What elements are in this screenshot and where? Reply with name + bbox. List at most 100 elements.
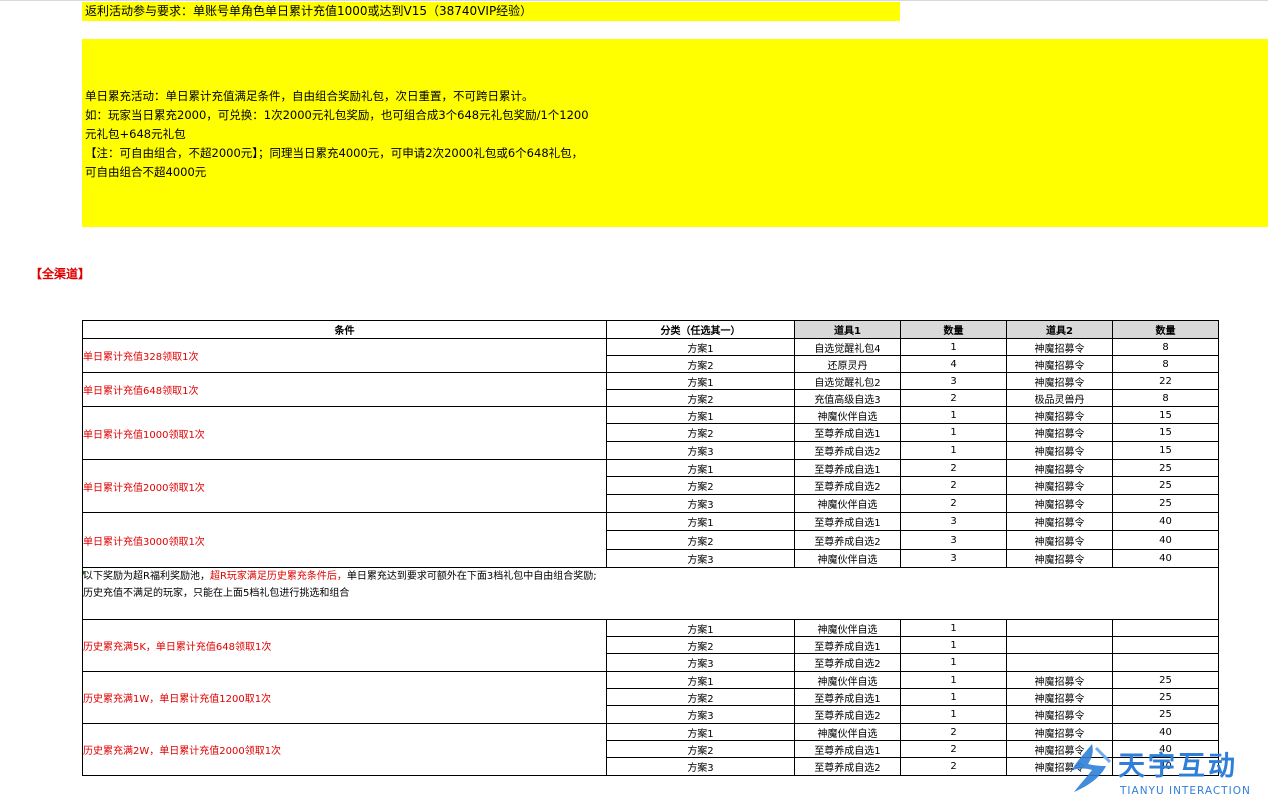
condition-cell: 历史累充满5K，单日累计充值648领取1次 bbox=[82, 619, 607, 672]
condition-cell: 单日累计充值3000领取1次 bbox=[82, 512, 607, 568]
item2-cell: 神魔招募令 bbox=[1006, 512, 1113, 531]
note-row: 以下奖励为超R福利奖励池，超R玩家满足历史累充条件后，单日累充达到要求可额外在下… bbox=[82, 567, 1219, 620]
plan-cell: 方案3 bbox=[606, 549, 795, 568]
item2-cell: 神魔招募令 bbox=[1006, 406, 1113, 424]
plan-cell: 方案2 bbox=[606, 476, 795, 495]
cell-comment-marker bbox=[83, 571, 87, 575]
qty1-cell: 1 bbox=[900, 653, 1007, 672]
note-text: 以下奖励为超R福利奖励池， bbox=[83, 571, 210, 582]
qty1-cell: 4 bbox=[900, 355, 1007, 373]
condition-cell: 单日累计充值328领取1次 bbox=[82, 338, 607, 373]
watermark-name-en: TIANYU INTERACTION bbox=[1120, 785, 1251, 797]
qty1-cell: 1 bbox=[900, 423, 1007, 442]
item1-cell: 神魔伙伴自选 bbox=[794, 671, 901, 689]
item1-cell: 还原灵丹 bbox=[794, 355, 901, 373]
item2-cell: 神魔招募令 bbox=[1006, 688, 1113, 706]
qty2-cell: 8 bbox=[1112, 389, 1219, 407]
plan-cell: 方案2 bbox=[606, 355, 795, 373]
table-row: 单日累计充值648领取1次 方案1 自选觉醒礼包2 3 神魔招募令 22 bbox=[82, 372, 1219, 407]
item2-cell: 神魔招募令 bbox=[1006, 705, 1113, 724]
qty2-cell: 25 bbox=[1112, 476, 1219, 495]
qty1-cell: 2 bbox=[900, 723, 1007, 741]
table-row: 历史累充满5K，单日累计充值648领取1次 方案1 神魔伙伴自选 1 bbox=[82, 619, 1219, 672]
plan-cell: 方案3 bbox=[606, 757, 795, 776]
item1-cell: 至尊养成自选2 bbox=[794, 705, 901, 724]
item1-cell: 至尊养成自选2 bbox=[794, 530, 901, 550]
tianyu-logo-icon bbox=[1072, 744, 1112, 792]
item1-cell: 神魔伙伴自选 bbox=[794, 723, 901, 741]
item1-cell: 自选觉醒礼包4 bbox=[794, 338, 901, 356]
condition-cell: 单日累计充值2000领取1次 bbox=[82, 459, 607, 513]
note-line: 如：玩家当日累充2000，可兑换：1次2000元礼包奖励，也可组合成3个648元… bbox=[85, 108, 589, 122]
condition-cell: 历史累充满1W，单日累计充值1200取1次 bbox=[82, 671, 607, 724]
item2-cell: 神魔招募令 bbox=[1006, 441, 1113, 460]
watermark-logo: 天宇互动 TIANYU INTERACTION bbox=[1062, 740, 1262, 797]
table-row: 单日累计充值1000领取1次 方案1 神魔伙伴自选 1 神魔招募令 15 bbox=[82, 406, 1219, 460]
item2-cell: 神魔招募令 bbox=[1006, 723, 1113, 741]
item1-cell: 至尊养成自选1 bbox=[794, 512, 901, 531]
item2-cell bbox=[1006, 636, 1113, 654]
plan-cell: 方案2 bbox=[606, 636, 795, 654]
table-body-super-r: 历史累充满5K，单日累计充值648领取1次 方案1 神魔伙伴自选 1 方案2 至尊养成自选… bbox=[82, 619, 1219, 776]
plan-cell: 方案2 bbox=[606, 389, 795, 407]
item2-cell: 神魔招募令 bbox=[1006, 476, 1113, 495]
qty1-cell: 1 bbox=[900, 406, 1007, 424]
qty2-cell bbox=[1112, 619, 1219, 637]
item2-cell: 极品灵兽丹 bbox=[1006, 389, 1113, 407]
qty1-cell: 2 bbox=[900, 476, 1007, 495]
qty2-cell: 25 bbox=[1112, 688, 1219, 706]
qty2-cell: 25 bbox=[1112, 671, 1219, 689]
item2-cell: 神魔招募令 bbox=[1006, 338, 1113, 356]
item1-cell: 神魔伙伴自选 bbox=[794, 549, 901, 568]
qty2-cell: 15 bbox=[1112, 423, 1219, 442]
qty1-cell: 3 bbox=[900, 549, 1007, 568]
item1-cell: 充值高级自选3 bbox=[794, 389, 901, 407]
activity-notes: 单日累充活动：单日累计充值满足条件，自由组合奖励礼包，次日重置，不可跨日累计。 … bbox=[82, 39, 1268, 227]
qty2-cell: 40 bbox=[1112, 549, 1219, 568]
qty1-cell: 1 bbox=[900, 441, 1007, 460]
item2-cell: 神魔招募令 bbox=[1006, 459, 1113, 477]
item2-cell: 神魔招募令 bbox=[1006, 355, 1113, 373]
qty2-cell bbox=[1112, 653, 1219, 672]
qty1-cell: 3 bbox=[900, 372, 1007, 390]
qty1-cell: 2 bbox=[900, 740, 1007, 758]
note-line: 单日累充活动：单日累计充值满足条件，自由组合奖励礼包，次日重置，不可跨日累计。 bbox=[85, 89, 534, 103]
reward-table: 条件 分类（任选其一） 道具1 数量 道具2 数量 单日累计充值328领取1次方… bbox=[82, 320, 1219, 776]
item1-cell: 至尊养成自选1 bbox=[794, 740, 901, 758]
super-r-note: 以下奖励为超R福利奖励池，超R玩家满足历史累充条件后，单日累充达到要求可额外在下… bbox=[82, 567, 1219, 620]
header-category: 分类（任选其一） bbox=[606, 320, 795, 339]
qty1-cell: 3 bbox=[900, 530, 1007, 550]
note-line: 可自由组合不超4000元 bbox=[85, 165, 207, 179]
qty2-cell: 25 bbox=[1112, 494, 1219, 513]
watermark-name-cn: 天宇互动 bbox=[1118, 751, 1238, 782]
condition-cell: 单日累计充值1000领取1次 bbox=[82, 406, 607, 460]
plan-cell: 方案3 bbox=[606, 494, 795, 513]
table-header-row: 条件 分类（任选其一） 道具1 数量 道具2 数量 bbox=[82, 320, 1219, 339]
table-row: 历史累充满1W，单日累计充值1200取1次 方案1 神魔伙伴自选 1 神魔招募令 25 bbox=[82, 671, 1219, 724]
header-item2: 道具2 bbox=[1006, 320, 1113, 339]
plan-cell: 方案2 bbox=[606, 530, 795, 550]
item2-cell: 神魔招募令 bbox=[1006, 530, 1113, 550]
note-text-highlight: 超R玩家满足历史累充条件后， bbox=[209, 571, 347, 582]
qty1-cell: 1 bbox=[900, 688, 1007, 706]
plan-cell: 方案1 bbox=[606, 338, 795, 356]
item2-cell: 神魔招募令 bbox=[1006, 671, 1113, 689]
header-qty1: 数量 bbox=[900, 320, 1007, 339]
table-row: 单日累计充值2000领取1次 方案1 至尊养成自选1 2 神魔招募令 25 bbox=[82, 459, 1219, 513]
item2-cell: 神魔招募令 bbox=[1006, 549, 1113, 568]
plan-cell: 方案1 bbox=[606, 512, 795, 531]
item1-cell: 神魔伙伴自选 bbox=[794, 619, 901, 637]
qty2-cell bbox=[1112, 636, 1219, 654]
condition-cell: 单日累计充值648领取1次 bbox=[82, 372, 607, 407]
plan-cell: 方案1 bbox=[606, 619, 795, 637]
table-note-section: 以下奖励为超R福利奖励池，超R玩家满足历史累充条件后，单日累充达到要求可额外在下… bbox=[82, 567, 1219, 620]
item1-cell: 至尊养成自选1 bbox=[794, 459, 901, 477]
header-qty2: 数量 bbox=[1112, 320, 1219, 339]
item1-cell: 至尊养成自选1 bbox=[794, 636, 901, 654]
item2-cell: 神魔招募令 bbox=[1006, 494, 1113, 513]
qty2-cell: 22 bbox=[1112, 372, 1219, 390]
qty2-cell: 25 bbox=[1112, 705, 1219, 724]
item2-cell: 神魔招募令 bbox=[1006, 423, 1113, 442]
plan-cell: 方案1 bbox=[606, 723, 795, 741]
requirement-banner: 返利活动参与要求：单账号单角色单日累计充值1000或达到V15（38740VIP… bbox=[82, 2, 900, 21]
